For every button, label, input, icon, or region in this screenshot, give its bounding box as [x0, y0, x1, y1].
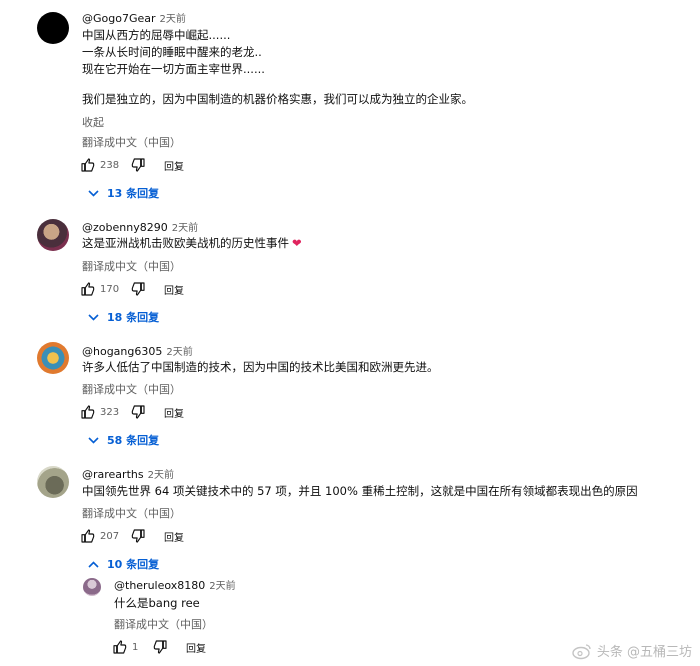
comment-header: @rarearths 2天前: [82, 468, 174, 483]
like-count: 323: [100, 406, 120, 418]
reply-button[interactable]: 回复: [186, 640, 206, 655]
translate-link[interactable]: 翻译成中文（中国）: [82, 134, 181, 150]
like-count: 170: [100, 283, 120, 295]
comment-line: 现在它开始在一切方面主宰世界......: [82, 62, 265, 76]
comment-line: 许多人低估了中国制造的技术，因为中国的技术比美国和欧洲更先进。: [82, 360, 439, 374]
reply-button[interactable]: 回复: [164, 529, 184, 544]
comment-line: 中国从西方的屈辱中崛起......: [82, 28, 231, 42]
watermark-text: 头条 @五桶三坊: [596, 645, 692, 660]
reply-header: @theruleox8180 2天前: [114, 579, 236, 594]
reply-button[interactable]: 回复: [164, 405, 184, 420]
thumb-down-icon[interactable]: [130, 281, 146, 297]
hide-replies-button[interactable]: 10 条回复: [88, 556, 159, 572]
avatar[interactable]: [37, 219, 69, 251]
reply-actions: 1 回复: [112, 638, 206, 656]
chevron-up-icon: [88, 560, 99, 568]
collapse-link[interactable]: 收起: [82, 114, 104, 130]
reply-text: 什么是bang ree: [114, 596, 200, 610]
replies-count: 13 条回复: [107, 187, 160, 200]
replies-count: 10 条回复: [107, 558, 160, 571]
author-name[interactable]: @Gogo7Gear: [82, 12, 156, 25]
translate-link[interactable]: 翻译成中文（中国）: [82, 505, 181, 521]
comment-time: 2天前: [171, 223, 199, 234]
show-replies-button[interactable]: 18 条回复: [88, 309, 159, 325]
thumb-up-icon[interactable]: [80, 157, 96, 173]
show-replies-button[interactable]: 13 条回复: [88, 185, 159, 201]
like-count: 1: [132, 641, 139, 653]
like-count: 238: [100, 159, 120, 171]
author-name[interactable]: @theruleox8180: [114, 579, 205, 592]
comment-actions: 238 回复: [80, 156, 184, 174]
thumb-down-icon[interactable]: [152, 639, 168, 655]
thumb-down-icon[interactable]: [130, 404, 146, 420]
show-replies-button[interactable]: 58 条回复: [88, 432, 159, 448]
comment-actions: 323 回复: [80, 403, 184, 421]
comment-text: 许多人低估了中国制造的技术，因为中国的技术比美国和欧洲更先进。: [82, 359, 439, 376]
reply-button[interactable]: 回复: [164, 282, 184, 297]
comment-actions: 207 回复: [80, 527, 184, 545]
comment-line: 我们是独立的，因为中国制造的机器价格实惠，我们可以成为独立的企业家。: [82, 92, 473, 106]
comment-text: 这是亚洲战机击败欧美战机的历史性事件 ❤: [82, 235, 302, 252]
translate-link[interactable]: 翻译成中文（中国）: [82, 381, 181, 397]
translate-link[interactable]: 翻译成中文（中国）: [82, 258, 181, 274]
comment-header: @Gogo7Gear 2天前: [82, 12, 186, 27]
author-name[interactable]: @rarearths: [82, 468, 144, 481]
comment-header: @zobenny8290 2天前: [82, 221, 198, 236]
thumb-up-icon[interactable]: [80, 404, 96, 420]
comment-text: 中国从西方的屈辱中崛起...... 一条从长时间的睡眠中醒来的老龙.. 现在它开…: [82, 27, 473, 108]
thumb-up-icon[interactable]: [112, 639, 128, 655]
avatar[interactable]: [83, 578, 101, 596]
thumb-up-icon[interactable]: [80, 281, 96, 297]
comment-text: 中国领先世界 64 项关键技术中的 57 项，并且 100% 重稀土控制，这就是…: [82, 483, 638, 500]
heart-emoji: ❤: [292, 236, 302, 250]
thumb-down-icon[interactable]: [130, 528, 146, 544]
author-name[interactable]: @zobenny8290: [82, 221, 168, 234]
avatar[interactable]: [37, 342, 69, 374]
comment-line: 一条从长时间的睡眠中醒来的老龙..: [82, 45, 262, 59]
comment-line: 中国领先世界 64 项关键技术中的 57 项，并且 100% 重稀土控制，这就是…: [82, 484, 638, 498]
like-count: 207: [100, 530, 120, 542]
comment-actions: 170 回复: [80, 280, 184, 298]
replies-count: 58 条回复: [107, 434, 160, 447]
comment-time: 2天前: [159, 14, 186, 25]
avatar[interactable]: [37, 466, 69, 498]
translate-link[interactable]: 翻译成中文（中国）: [114, 616, 213, 632]
thumb-down-icon[interactable]: [130, 157, 146, 173]
avatar[interactable]: [37, 12, 69, 44]
chevron-down-icon: [88, 189, 99, 197]
comment-time: 2天前: [166, 347, 193, 358]
author-name[interactable]: @hogang6305: [82, 345, 162, 358]
chevron-down-icon: [88, 313, 99, 321]
comment-line: 这是亚洲战机击败欧美战机的历史性事件: [82, 236, 289, 250]
weibo-icon: [572, 643, 591, 659]
comment-header: @hogang6305 2天前: [82, 345, 193, 360]
watermark: 头条 @五桶三坊: [571, 641, 692, 660]
reply-button[interactable]: 回复: [164, 158, 184, 173]
replies-count: 18 条回复: [107, 311, 160, 324]
reply-time: 2天前: [209, 581, 236, 592]
thumb-up-icon[interactable]: [80, 528, 96, 544]
comment-time: 2天前: [147, 470, 174, 481]
chevron-down-icon: [88, 436, 99, 444]
